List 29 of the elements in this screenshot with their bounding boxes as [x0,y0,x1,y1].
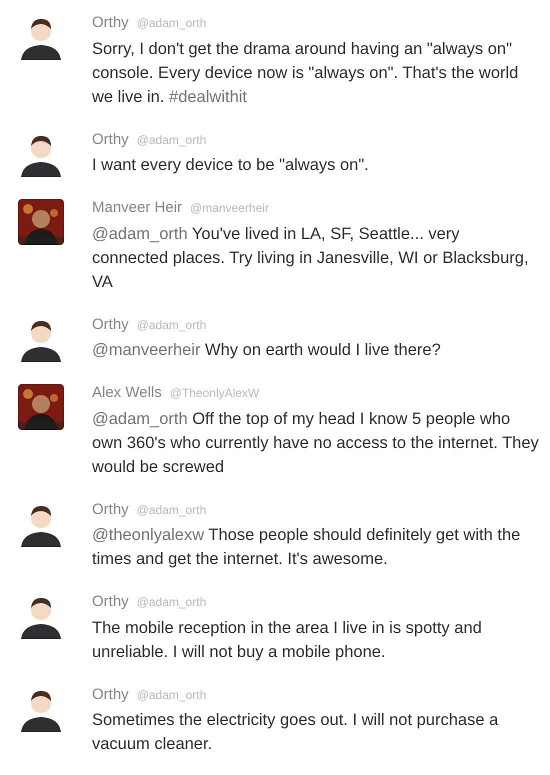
user-name: Orthy [92,314,129,334]
user-name: Orthy [92,500,129,520]
user-name: Orthy [92,130,129,150]
link[interactable]: #dealwithit [169,88,247,106]
tweet-text: @theonlyalexw Those people should definitely get with the times and get the internet. It's awesome. [92,525,522,570]
user-handle: @TheonlyAlexW [170,385,260,402]
user-handle: @adam_orth [136,594,206,611]
tweet-text: I want every device to be "always on". [92,155,369,176]
user-name: Manveer Heir [92,198,182,218]
link[interactable]: @theonlyalexw [92,526,204,544]
tweet-text: @adam_orth You've lived in LA, SF, Seattle... very connected places. Try living in Janesville, WI or Blacksburg, VA [92,224,530,292]
link[interactable]: @adam_orth [92,410,188,428]
link[interactable]: @manveerheir [92,341,200,359]
tweet-text: Sometimes the electricity goes out. I will not purchase a vacuum cleaner. [92,710,500,755]
user-handle: @adam_orth [136,686,206,704]
user-handle: @adam_orth [136,502,206,518]
tweet-text: Sorry, I don't get the drama around having an "always on" console. Every device now is "always on". That's the world we live in. #dealwithit [92,38,520,108]
link[interactable]: @adam_orth [92,224,188,242]
user-handle: @adam_orth [136,316,206,334]
user-name: Orthy [92,13,129,33]
tweet-text: The mobile reception in the area I live in is spotty and unreliable. I will not buy a mobile phone. [92,618,483,662]
tweet-text: @adam_orth Off the top of my head I know 5 people who own 360's who currently have no access to the internet. They would be screwed [92,408,540,478]
user-handle: @adam_orth [136,15,206,32]
user-handle: @manveerheir [190,200,269,217]
user-name: Orthy [92,684,129,704]
tweet-text: @manveerheir Why on earth would I live there? [92,340,441,361]
user-handle: @adam_orth [136,132,206,148]
user-name: Orthy [92,592,129,612]
user-name: Alex Wells [92,383,162,403]
